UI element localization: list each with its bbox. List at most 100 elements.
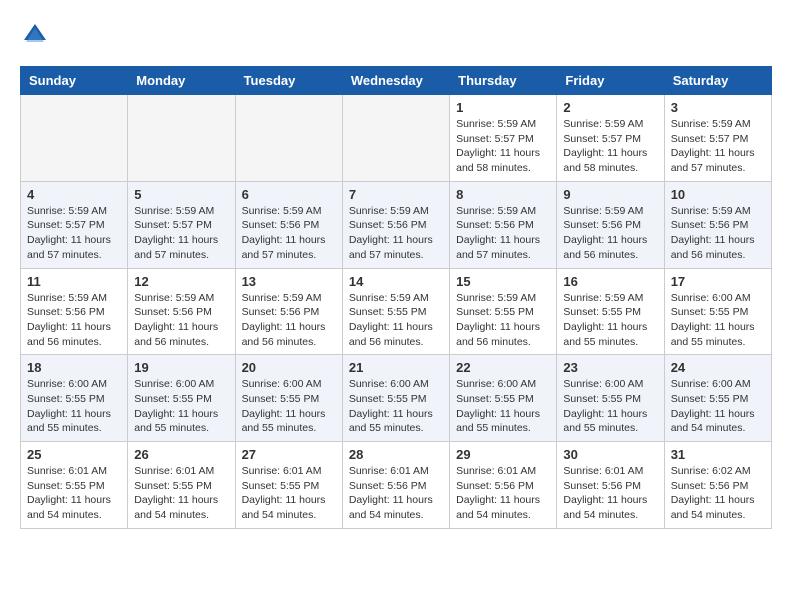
day-number: 8 — [456, 187, 550, 202]
calendar-cell: 25 Sunrise: 6:01 AMSunset: 5:55 PMDayligh… — [21, 442, 128, 529]
day-number: 19 — [134, 360, 228, 375]
calendar-table: SundayMondayTuesdayWednesdayThursdayFrid… — [20, 66, 772, 529]
day-info: Sunrise: 5:59 AMSunset: 5:55 PMDaylight:… — [349, 291, 443, 350]
day-info: Sunrise: 6:02 AMSunset: 5:56 PMDaylight:… — [671, 464, 765, 523]
day-info: Sunrise: 5:59 AMSunset: 5:56 PMDaylight:… — [671, 204, 765, 263]
calendar-cell: 13 Sunrise: 5:59 AMSunset: 5:56 PMDayligh… — [235, 268, 342, 355]
weekday-friday: Friday — [557, 67, 664, 95]
day-number: 6 — [242, 187, 336, 202]
calendar-cell: 28Sunrise: 6:01 AMSunset: 5:56 PMDayligh… — [342, 442, 449, 529]
day-number: 30 — [563, 447, 657, 462]
calendar-cell — [21, 95, 128, 182]
day-info: Sunrise: 6:00 AMSunset: 5:55 PMDaylight:… — [456, 377, 550, 436]
day-number: 11 — [27, 274, 121, 289]
day-number: 3 — [671, 100, 765, 115]
day-number: 9 — [563, 187, 657, 202]
calendar-cell: 18Sunrise: 6:00 AMSunset: 5:55 PMDayligh… — [21, 355, 128, 442]
calendar-cell: 12 Sunrise: 5:59 AMSunset: 5:56 PMDayligh… — [128, 268, 235, 355]
calendar-cell: 5 Sunrise: 5:59 AMSunset: 5:57 PMDaylight… — [128, 181, 235, 268]
calendar-cell: 29Sunrise: 6:01 AMSunset: 5:56 PMDayligh… — [450, 442, 557, 529]
day-number: 28 — [349, 447, 443, 462]
day-number: 5 — [134, 187, 228, 202]
weekday-wednesday: Wednesday — [342, 67, 449, 95]
week-row-2: 4 Sunrise: 5:59 AMSunset: 5:57 PMDaylight… — [21, 181, 772, 268]
week-row-5: 25 Sunrise: 6:01 AMSunset: 5:55 PMDayligh… — [21, 442, 772, 529]
calendar-cell: 4Sunrise: 5:59 AMSunset: 5:57 PMDaylight… — [21, 181, 128, 268]
calendar-cell: 19 Sunrise: 6:00 AMSunset: 5:55 PMDayligh… — [128, 355, 235, 442]
day-number: 20 — [242, 360, 336, 375]
calendar-cell: 11Sunrise: 5:59 AMSunset: 5:56 PMDayligh… — [21, 268, 128, 355]
calendar-cell: 27 Sunrise: 6:01 AMSunset: 5:55 PMDayligh… — [235, 442, 342, 529]
day-info: Sunrise: 5:59 AMSunset: 5:55 PMDaylight:… — [563, 291, 657, 350]
day-info: Sunrise: 6:01 AMSunset: 5:56 PMDaylight:… — [456, 464, 550, 523]
day-info: Sunrise: 5:59 AMSunset: 5:57 PMDaylight:… — [456, 117, 550, 176]
day-info: Sunrise: 6:00 AMSunset: 5:55 PMDaylight:… — [242, 377, 336, 436]
day-number: 2 — [563, 100, 657, 115]
calendar-cell — [342, 95, 449, 182]
day-number: 10 — [671, 187, 765, 202]
calendar-cell: 24Sunrise: 6:00 AMSunset: 5:55 PMDayligh… — [664, 355, 771, 442]
calendar-cell: 31 Sunrise: 6:02 AMSunset: 5:56 PMDayligh… — [664, 442, 771, 529]
day-number: 15 — [456, 274, 550, 289]
day-info: Sunrise: 5:59 AMSunset: 5:56 PMDaylight:… — [134, 291, 228, 350]
day-number: 25 — [27, 447, 121, 462]
day-number: 17 — [671, 274, 765, 289]
day-info: Sunrise: 5:59 AMSunset: 5:57 PMDaylight:… — [563, 117, 657, 176]
calendar-cell: 9 Sunrise: 5:59 AMSunset: 5:56 PMDaylight… — [557, 181, 664, 268]
day-number: 1 — [456, 100, 550, 115]
calendar-cell: 10 Sunrise: 5:59 AMSunset: 5:56 PMDayligh… — [664, 181, 771, 268]
day-number: 21 — [349, 360, 443, 375]
weekday-tuesday: Tuesday — [235, 67, 342, 95]
page-header — [20, 20, 772, 50]
day-number: 31 — [671, 447, 765, 462]
calendar-cell — [128, 95, 235, 182]
calendar-cell: 14 Sunrise: 5:59 AMSunset: 5:55 PMDayligh… — [342, 268, 449, 355]
day-info: Sunrise: 6:01 AMSunset: 5:56 PMDaylight:… — [563, 464, 657, 523]
calendar-cell: 21 Sunrise: 6:00 AMSunset: 5:55 PMDayligh… — [342, 355, 449, 442]
logo — [20, 20, 54, 50]
calendar-cell: 6 Sunrise: 5:59 AMSunset: 5:56 PMDaylight… — [235, 181, 342, 268]
day-number: 14 — [349, 274, 443, 289]
day-info: Sunrise: 6:01 AMSunset: 5:55 PMDaylight:… — [242, 464, 336, 523]
weekday-saturday: Saturday — [664, 67, 771, 95]
logo-icon — [20, 20, 50, 50]
day-info: Sunrise: 6:00 AMSunset: 5:55 PMDaylight:… — [349, 377, 443, 436]
day-number: 27 — [242, 447, 336, 462]
week-row-4: 18Sunrise: 6:00 AMSunset: 5:55 PMDayligh… — [21, 355, 772, 442]
day-info: Sunrise: 5:59 AMSunset: 5:56 PMDaylight:… — [349, 204, 443, 263]
day-info: Sunrise: 5:59 AMSunset: 5:56 PMDaylight:… — [563, 204, 657, 263]
day-info: Sunrise: 5:59 AMSunset: 5:56 PMDaylight:… — [242, 291, 336, 350]
day-info: Sunrise: 6:00 AMSunset: 5:55 PMDaylight:… — [27, 377, 121, 436]
calendar-cell: 3 Sunrise: 5:59 AMSunset: 5:57 PMDaylight… — [664, 95, 771, 182]
day-info: Sunrise: 6:00 AMSunset: 5:55 PMDaylight:… — [671, 291, 765, 350]
day-number: 13 — [242, 274, 336, 289]
day-number: 24 — [671, 360, 765, 375]
day-info: Sunrise: 5:59 AMSunset: 5:57 PMDaylight:… — [671, 117, 765, 176]
day-info: Sunrise: 5:59 AMSunset: 5:56 PMDaylight:… — [242, 204, 336, 263]
day-number: 7 — [349, 187, 443, 202]
day-info: Sunrise: 5:59 AMSunset: 5:56 PMDaylight:… — [456, 204, 550, 263]
calendar-cell: 15Sunrise: 5:59 AMSunset: 5:55 PMDayligh… — [450, 268, 557, 355]
weekday-thursday: Thursday — [450, 67, 557, 95]
day-number: 23 — [563, 360, 657, 375]
day-number: 4 — [27, 187, 121, 202]
week-row-1: 1 Sunrise: 5:59 AMSunset: 5:57 PMDaylight… — [21, 95, 772, 182]
week-row-3: 11 Sunrise: 5:59 AMSunset: 5:56 PMDayligh… — [21, 268, 772, 355]
day-info: Sunrise: 6:00 AMSunset: 5:55 PMDaylight:… — [134, 377, 228, 436]
calendar-cell: 26Sunrise: 6:01 AMSunset: 5:55 PMDayligh… — [128, 442, 235, 529]
calendar-cell: 22 Sunrise: 6:00 AMSunset: 5:55 PMDayligh… — [450, 355, 557, 442]
calendar-cell: 23Sunrise: 6:00 AMSunset: 5:55 PMDayligh… — [557, 355, 664, 442]
day-number: 16 — [563, 274, 657, 289]
calendar-cell: 16 Sunrise: 5:59 AMSunset: 5:55 PMDayligh… — [557, 268, 664, 355]
day-info: Sunrise: 6:01 AMSunset: 5:55 PMDaylight:… — [27, 464, 121, 523]
day-info: Sunrise: 6:01 AMSunset: 5:55 PMDaylight:… — [134, 464, 228, 523]
calendar-cell: 20 Sunrise: 6:00 AMSunset: 5:55 PMDayligh… — [235, 355, 342, 442]
day-number: 12 — [134, 274, 228, 289]
calendar-cell: 2 Sunrise: 5:59 AMSunset: 5:57 PMDaylight… — [557, 95, 664, 182]
day-number: 22 — [456, 360, 550, 375]
calendar-cell: 17 Sunrise: 6:00 AMSunset: 5:55 PMDayligh… — [664, 268, 771, 355]
calendar-cell: 7 Sunrise: 5:59 AMSunset: 5:56 PMDaylight… — [342, 181, 449, 268]
day-info: Sunrise: 5:59 AMSunset: 5:57 PMDaylight:… — [134, 204, 228, 263]
calendar-cell: 30 Sunrise: 6:01 AMSunset: 5:56 PMDayligh… — [557, 442, 664, 529]
calendar-cell — [235, 95, 342, 182]
